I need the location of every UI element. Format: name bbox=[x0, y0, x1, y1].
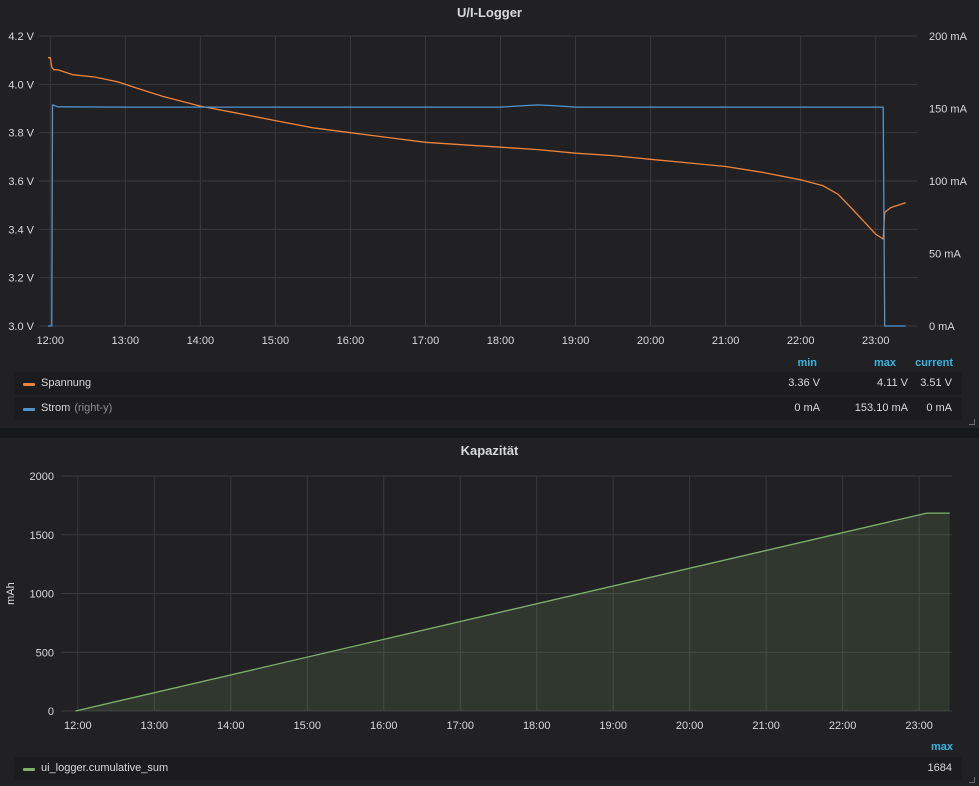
ui-logger-chart[interactable]: 12:00 13:00 14:00 15:00 16:00 17:00 18:00 19:00… bbox=[0, 0, 979, 360]
y-axis-right-tick-label: 50 mA bbox=[929, 249, 961, 261]
legend-value-current: 0 mA bbox=[926, 402, 952, 414]
x-axis-tick-label: 23:00 bbox=[905, 720, 933, 732]
x-axis-tick-label: 16:00 bbox=[337, 335, 365, 347]
x-axis-tick-label: 23:00 bbox=[862, 335, 890, 347]
x-axis-tick-label: 22:00 bbox=[787, 335, 815, 347]
y-axis-right-tick-label: 150 mA bbox=[929, 104, 968, 116]
legend-value-min: 3.36 V bbox=[788, 377, 820, 389]
x-axis-tick-label: 12:00 bbox=[36, 335, 64, 347]
x-axis-tick-label: 18:00 bbox=[523, 720, 551, 732]
x-axis-tick-label: 15:00 bbox=[294, 720, 322, 732]
legend-item-cumulative-sum[interactable]: ui_logger.cumulative_sum 1684 bbox=[14, 757, 962, 780]
legend-item-spannung[interactable]: Spannung 3.36 V 4.11 V 3.51 V bbox=[14, 372, 962, 395]
kapazitaet-panel: Kapazität 12:00 13:00 14:00 15:00 16:00 17:00… bbox=[0, 438, 979, 786]
y-axis-right-tick-label: 0 mA bbox=[929, 321, 955, 333]
legend-item-strom[interactable]: Strom (right-y) 0 mA 153.10 mA 0 mA bbox=[14, 397, 962, 420]
y-axis-tick-label: 0 bbox=[48, 706, 54, 718]
legend-series-name: Spannung bbox=[41, 377, 92, 389]
x-axis-tick-label: 19:00 bbox=[599, 720, 627, 732]
y-axis-left-tick-label: 4.2 V bbox=[8, 31, 34, 43]
series-color-swatch[interactable] bbox=[23, 768, 35, 771]
x-axis-tick-label: 21:00 bbox=[712, 335, 740, 347]
series-color-swatch[interactable] bbox=[23, 383, 35, 386]
legend-value-current: 3.51 V bbox=[920, 377, 952, 389]
x-axis-tick-label: 13:00 bbox=[141, 720, 169, 732]
x-axis-tick-label: 13:00 bbox=[112, 335, 140, 347]
x-axis-tick-label: 15:00 bbox=[262, 335, 290, 347]
y-axis-left-tick-label: 4.0 V bbox=[8, 79, 34, 91]
y-axis-tick-label: 1000 bbox=[30, 589, 54, 601]
x-axis-tick-label: 21:00 bbox=[752, 720, 780, 732]
x-axis-tick-label: 20:00 bbox=[637, 335, 665, 347]
series-color-swatch[interactable] bbox=[23, 408, 35, 411]
legend-value-max: 1684 bbox=[927, 762, 952, 774]
kapazitaet-chart[interactable]: 12:00 13:00 14:00 15:00 16:00 17:00 18:00 19:00… bbox=[0, 438, 979, 738]
series-area-cumulative-sum bbox=[75, 513, 950, 711]
x-axis-tick-label: 18:00 bbox=[487, 335, 515, 347]
y-axis-tick-label: 2000 bbox=[30, 471, 54, 483]
legend-header-current[interactable]: current bbox=[893, 357, 953, 369]
x-axis-tick-label: 16:00 bbox=[370, 720, 398, 732]
x-axis-tick-label: 22:00 bbox=[829, 720, 857, 732]
x-axis-tick-label: 14:00 bbox=[187, 335, 215, 347]
y-axis-left-tick-label: 3.6 V bbox=[8, 176, 34, 188]
legend-value-max: 153.10 mA bbox=[854, 402, 908, 414]
y-axis-tick-label: 1500 bbox=[30, 530, 54, 542]
legend-series-axis-hint: (right-y) bbox=[74, 402, 113, 414]
legend-header-min[interactable]: min bbox=[757, 357, 817, 369]
legend-series-name: ui_logger.cumulative_sum bbox=[41, 762, 169, 774]
panel-resize-handle[interactable] bbox=[969, 419, 975, 425]
legend-header-max[interactable]: max bbox=[893, 741, 953, 753]
x-axis-tick-label: 12:00 bbox=[64, 720, 92, 732]
y-axis-right-tick-label: 200 mA bbox=[929, 31, 968, 43]
y-axis-left-tick-label: 3.0 V bbox=[8, 321, 34, 333]
y-axis-left-tick-label: 3.4 V bbox=[8, 224, 34, 236]
y-axis-right-tick-label: 100 mA bbox=[929, 176, 968, 188]
x-axis-tick-label: 17:00 bbox=[446, 720, 474, 732]
x-axis-tick-label: 17:00 bbox=[412, 335, 440, 347]
series-line-strom bbox=[48, 104, 906, 327]
y-axis-left-tick-label: 3.2 V bbox=[8, 273, 34, 285]
legend-header-max[interactable]: max bbox=[836, 357, 896, 369]
legend-value-max: 4.11 V bbox=[877, 377, 908, 389]
series-line-spannung bbox=[48, 57, 906, 240]
x-axis-tick-label: 14:00 bbox=[217, 720, 245, 732]
x-axis-tick-label: 20:00 bbox=[676, 720, 704, 732]
y-axis-label: mAh bbox=[5, 582, 17, 605]
legend-series-name: Strom (right-y) bbox=[41, 402, 113, 414]
ui-logger-panel: U/I-Logger 12:00 13:00 14:00 15:00 16:00 17:0… bbox=[0, 0, 979, 428]
y-axis-tick-label: 500 bbox=[36, 647, 54, 659]
x-axis-tick-label: 19:00 bbox=[562, 335, 590, 347]
panel-resize-handle[interactable] bbox=[969, 777, 975, 783]
legend-value-min: 0 mA bbox=[794, 402, 820, 414]
y-axis-left-tick-label: 3.8 V bbox=[8, 128, 34, 140]
